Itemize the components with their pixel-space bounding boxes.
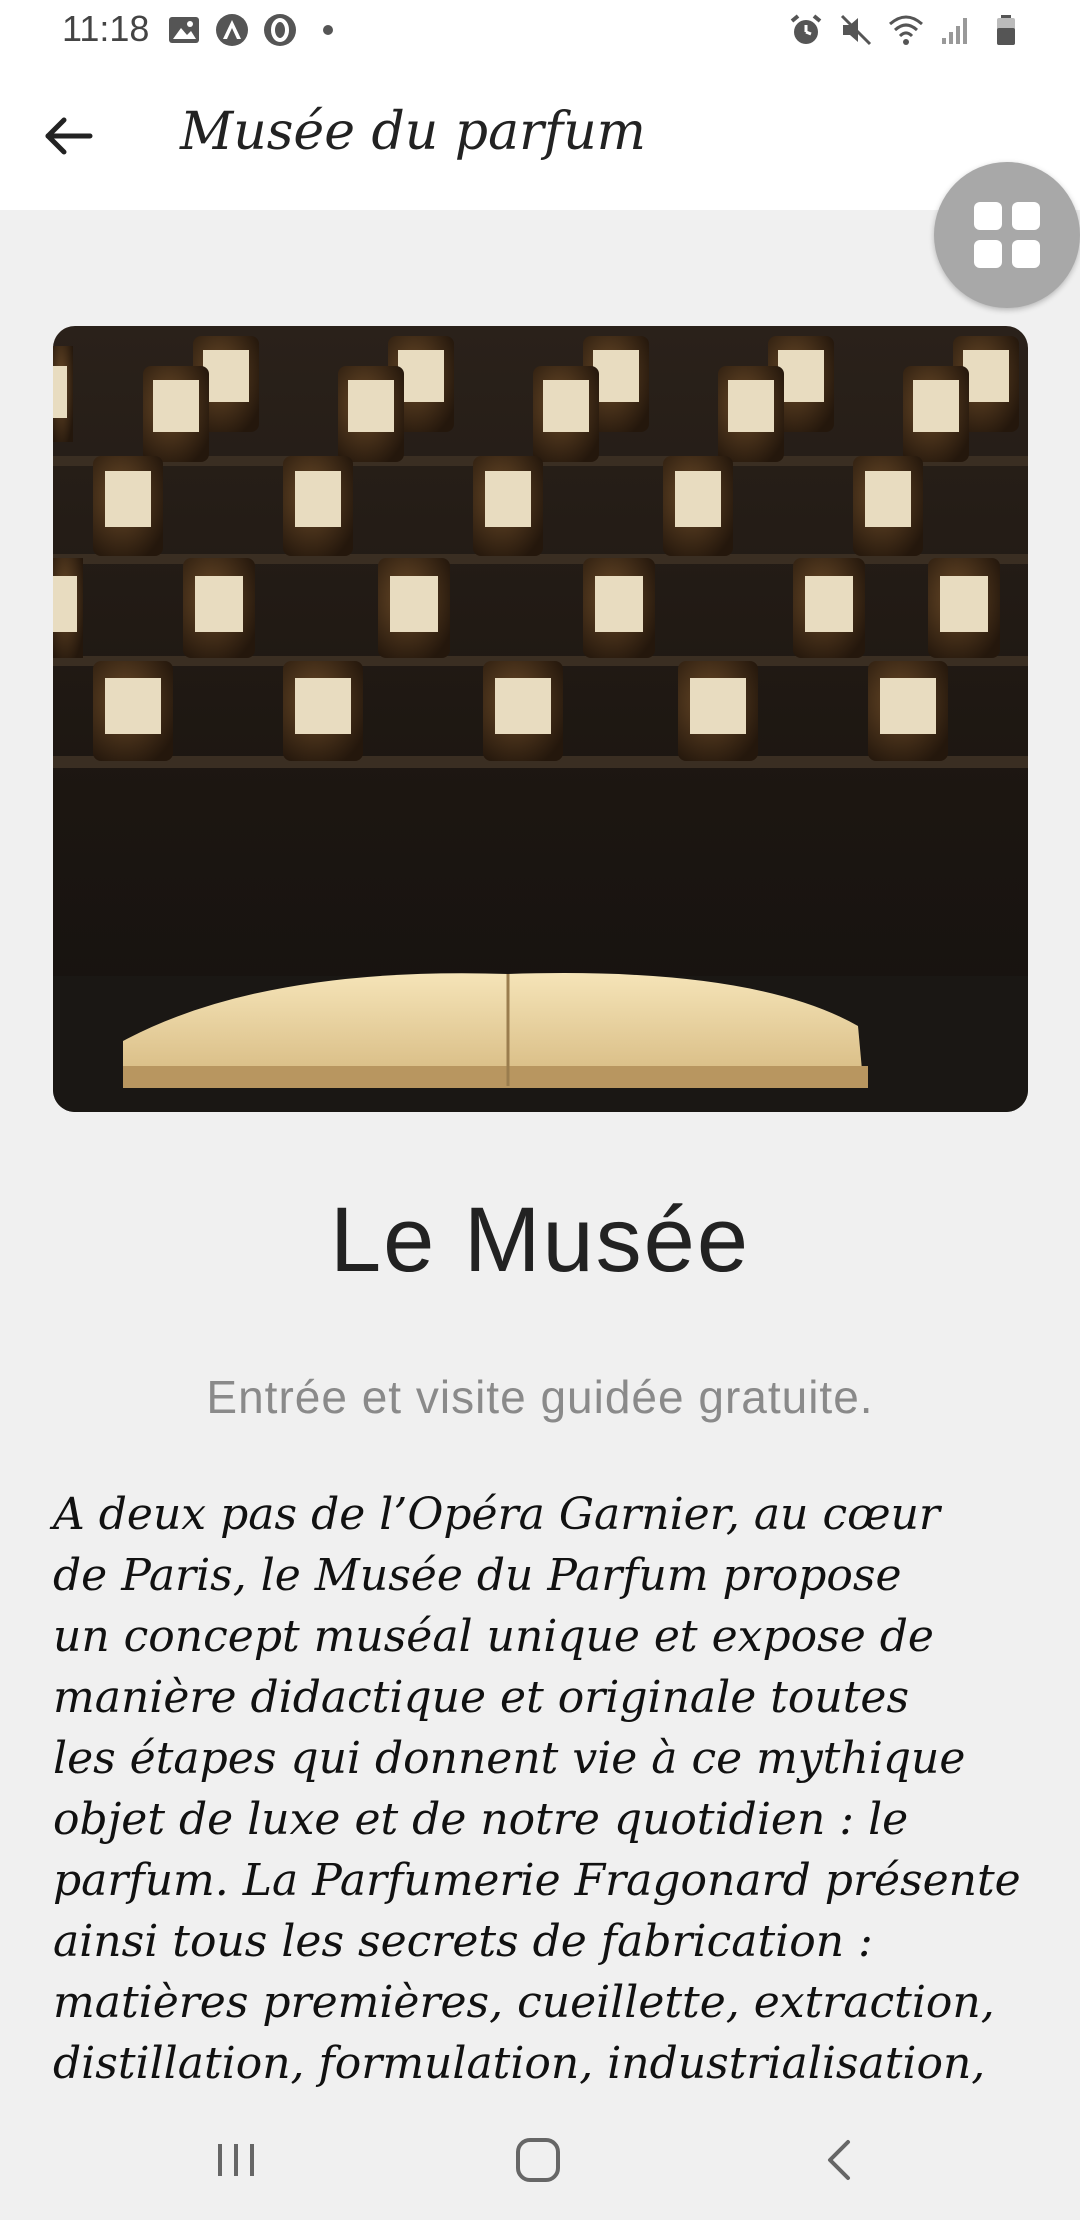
perfume-bottles-book-photo — [53, 326, 1028, 1112]
description-line: A deux pas de l’Opéra Garnier, au cœur — [53, 1489, 940, 1540]
signal-icon — [942, 18, 967, 44]
recent-apps-icon[interactable] — [206, 2130, 266, 2190]
mute-icon — [840, 14, 872, 46]
gallery-icon — [169, 17, 199, 43]
description-line: les étapes qui donnent vie à ce mythique — [53, 1733, 966, 1784]
wifi-icon — [889, 15, 923, 45]
description-line: distillation, formulation, industrialisa… — [53, 2038, 986, 2089]
description-line: ainsi tous les secrets de fabrication : — [53, 1916, 873, 1967]
back-icon[interactable] — [810, 2130, 870, 2190]
page-title: Musée du parfum — [180, 102, 646, 162]
app-o-icon — [264, 14, 296, 46]
description-line: de Paris, le Musée du Parfum propose — [53, 1550, 902, 1601]
alarm-icon — [790, 14, 822, 44]
system-nav-bar — [0, 2100, 1080, 2220]
description-line: manière didactique et originale toutes — [53, 1672, 910, 1723]
description-line: objet de luxe et de notre quotidien : le — [53, 1794, 909, 1845]
status-right-icons — [788, 12, 1024, 48]
home-icon[interactable] — [508, 2130, 568, 2190]
status-left-icons — [166, 12, 346, 48]
section-subheading: Entrée et visite guidée gratuite. — [206, 1371, 874, 1423]
description-line: parfum. La Parfumerie Fragonard présente — [53, 1855, 1021, 1906]
status-bar: 11:18 — [0, 0, 1080, 62]
description-line: un concept muséal unique et expose de — [53, 1611, 934, 1662]
app-bar: Musée du parfum — [0, 62, 1080, 210]
arrow-left-icon[interactable] — [36, 104, 100, 168]
dot-icon — [323, 25, 333, 35]
section-heading: Le Musée — [329, 1189, 751, 1291]
status-time: 11:18 — [62, 8, 150, 49]
description-text: A deux pas de l’Opéra Garnier, au cœur d… — [53, 1484, 1033, 2094]
battery-icon — [997, 15, 1015, 45]
hero-image — [53, 326, 1028, 1112]
description-line: matières premières, cueillette, extracti… — [53, 1977, 995, 2028]
app-a-icon — [216, 14, 248, 46]
grid-menu-button[interactable] — [934, 162, 1080, 308]
